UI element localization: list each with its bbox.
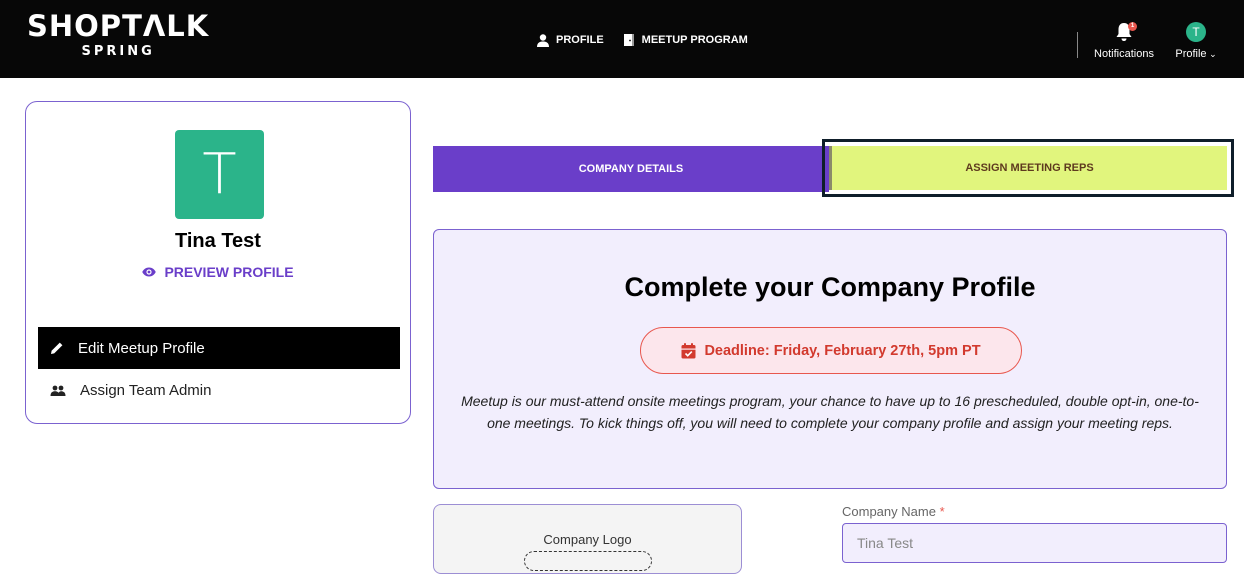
company-name-input[interactable]: [842, 523, 1227, 563]
profile-avatar: T: [1186, 22, 1206, 42]
profile-label-row: Profile ⌄: [1171, 48, 1221, 60]
company-logo-label: Company Logo: [543, 532, 632, 547]
tab-company-details[interactable]: COMPANY DETAILS: [433, 146, 829, 192]
info-description: Meetup is our must-attend onsite meeting…: [461, 393, 1199, 431]
main-nav: PROFILE MEETUP PROGRAM: [536, 33, 748, 47]
notification-count-badge: 1: [1128, 22, 1137, 31]
eye-icon: [142, 267, 157, 277]
profile-side-card: T Tina Test PREVIEW PROFILE Edit Meetup …: [25, 101, 411, 424]
nav-meetup-program-label: MEETUP PROGRAM: [641, 34, 748, 46]
menu-edit-meetup-profile[interactable]: Edit Meetup Profile: [38, 327, 400, 369]
group-icon: [50, 385, 66, 396]
user-avatar: T: [175, 130, 264, 219]
nav-meetup-program[interactable]: MEETUP PROGRAM: [622, 33, 748, 47]
shoptalk-logo[interactable]: SHOPTΛLK SPRING: [27, 10, 209, 59]
deadline-badge: Deadline: Friday, February 27th, 5pm PT: [640, 327, 1022, 374]
door-icon: [623, 34, 634, 46]
nav-profile[interactable]: PROFILE: [536, 33, 604, 47]
logo-main-text: SHOPTΛLK: [27, 9, 210, 43]
company-name-label-text: Company Name: [842, 504, 936, 519]
company-logo-upload[interactable]: Company Logo: [433, 504, 742, 574]
company-name-label: Company Name *: [842, 504, 945, 519]
nav-profile-label: PROFILE: [556, 34, 604, 46]
notifications-label: Notifications: [1094, 48, 1154, 60]
top-navigation-bar: SHOPTΛLK SPRING PROFILE MEETUP PROGRAM 1…: [0, 0, 1244, 78]
logo-sub-text: SPRING: [81, 44, 155, 59]
person-icon: [537, 33, 549, 47]
tab-assign-meeting-reps-label: ASSIGN MEETING REPS: [965, 162, 1094, 174]
menu-assign-team-admin[interactable]: Assign Team Admin: [38, 370, 400, 410]
page-title: Complete your Company Profile: [624, 272, 1036, 302]
menu-edit-meetup-profile-label: Edit Meetup Profile: [78, 339, 205, 357]
menu-assign-team-admin-label: Assign Team Admin: [80, 381, 212, 399]
tab-assign-meeting-reps[interactable]: ASSIGN MEETING REPS: [829, 146, 1227, 190]
profile-menu-button[interactable]: T Profile ⌄: [1171, 22, 1221, 60]
profile-label: Profile: [1175, 48, 1207, 60]
tab-company-details-label: COMPANY DETAILS: [578, 163, 684, 175]
header-divider: [1077, 32, 1078, 58]
user-name: Tina Test: [175, 230, 261, 252]
preview-profile-label: PREVIEW PROFILE: [164, 264, 294, 280]
notifications-bell: 1: [1087, 22, 1161, 46]
company-profile-info-panel: Complete your Company Profile Deadline: …: [433, 229, 1227, 489]
pencil-icon: [51, 342, 63, 354]
deadline-text: Deadline: Friday, February 27th, 5pm PT: [704, 342, 981, 359]
notifications-button[interactable]: 1 Notifications: [1087, 22, 1161, 60]
preview-profile-link[interactable]: PREVIEW PROFILE: [26, 264, 410, 280]
calendar-icon: [681, 342, 696, 358]
required-asterisk: *: [939, 504, 945, 519]
logo-dropzone-outline: [524, 551, 652, 571]
chevron-down-icon: ⌄: [1206, 49, 1217, 59]
